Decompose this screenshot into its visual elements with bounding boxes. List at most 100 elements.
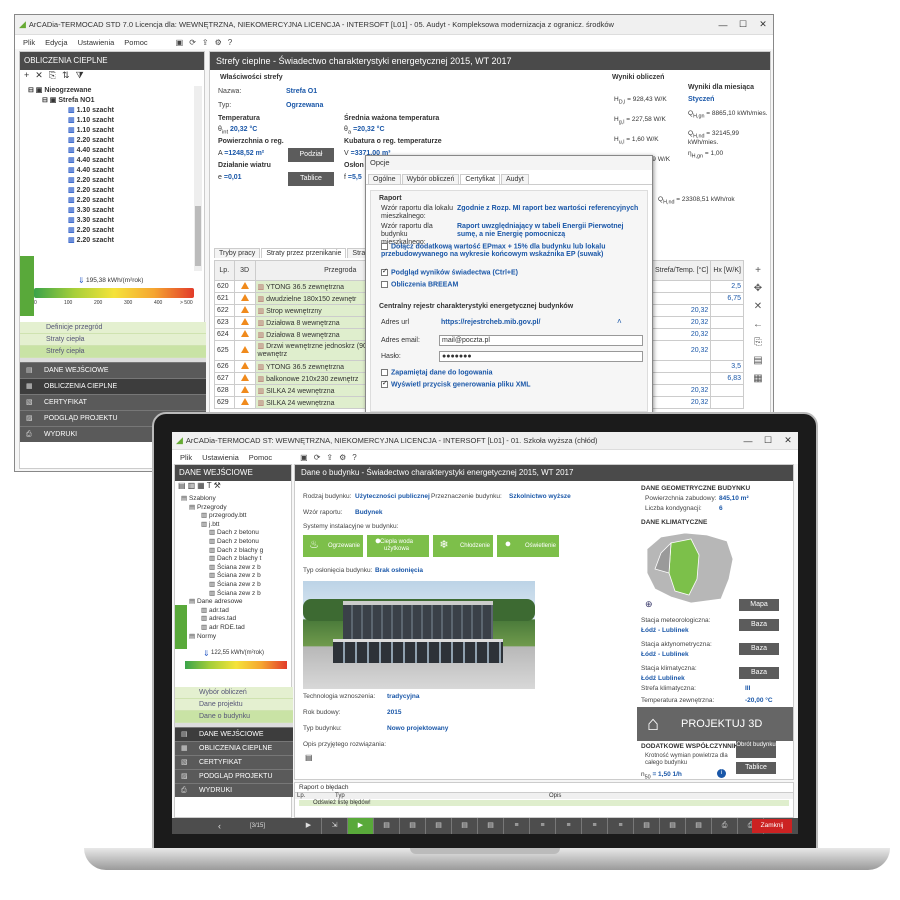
nav-podglad-projektu[interactable]: ▨ PODGLĄD PROJEKTU <box>175 769 293 783</box>
tree-item[interactable]: ▥ Dach z blachy t <box>181 555 285 564</box>
toolbar-tool-icon[interactable]: ▶ <box>296 818 322 834</box>
nazwa-value[interactable]: Strefa O1 <box>286 88 317 95</box>
toolbar-tool-icon[interactable]: ▤ <box>478 818 504 834</box>
dtab-audyt[interactable]: Audyt <box>500 174 529 184</box>
obrot-button[interactable]: Obrót budynku <box>736 740 776 758</box>
menu-dane-o-budynku[interactable]: Dane o budynku <box>175 711 293 723</box>
tree-item[interactable]: ▤ Dane adresowe <box>181 598 285 607</box>
tree-item[interactable]: ▥ adr RDE.tad <box>181 624 285 633</box>
minimize-button[interactable]: — <box>713 20 733 30</box>
sort-icon[interactable]: ⇅ <box>62 70 70 84</box>
chk-breeam-row[interactable]: Obliczenia BREEAM <box>381 281 458 288</box>
new-icon[interactable]: ▤ <box>178 481 188 490</box>
menu-definicje-przegrod[interactable]: Definicje przegród <box>20 322 206 334</box>
typ-value[interactable]: Ogrzewana <box>286 102 323 109</box>
tree-item[interactable]: ▥ adr.tad <box>181 607 285 616</box>
toolbar-tool-icon[interactable]: ▤ <box>686 818 712 834</box>
strefa-value[interactable]: III <box>745 685 750 692</box>
save-icon[interactable]: ▣ <box>176 38 184 47</box>
error-message[interactable]: Odśwież listę błędów! <box>299 800 789 806</box>
wzor-value[interactable]: Budynek <box>355 509 382 516</box>
nav-obliczenia-cieplne[interactable]: ▦ OBLICZENIA CIEPLNE <box>175 741 293 755</box>
exit-button[interactable]: Zamknij <box>752 819 792 833</box>
page-icon[interactable]: ▤ <box>748 352 768 370</box>
toolbar-tool-icon[interactable]: ▤ <box>660 818 686 834</box>
tree-item[interactable]: ▥ Dach z blachy g <box>181 547 285 556</box>
url-value[interactable]: https://rejestrcheb.mib.gov.pl/ <box>441 319 540 326</box>
tree-node[interactable]: ⊟ ▣ Nieogrzewane <box>28 86 188 96</box>
chk-xml[interactable] <box>381 379 388 388</box>
refresh-icon[interactable]: ⟳ <box>189 38 196 47</box>
menu-dane-projektu[interactable]: Dane projektu <box>175 699 293 711</box>
tree-item[interactable]: ▥ Dach z betonu <box>181 529 285 538</box>
toolbar-tool-icon[interactable]: ⎙ <box>712 818 738 834</box>
add-row-icon[interactable]: + <box>748 262 768 280</box>
month-value[interactable]: Styczeń <box>688 96 714 103</box>
chk-xml-row[interactable]: Wyświetl przycisk generowania pliku XML <box>381 379 531 388</box>
tree-item[interactable]: ▥ 4.40 szacht <box>68 156 188 166</box>
tree-item[interactable]: ▥ 2.20 szacht <box>68 236 188 246</box>
remove-row-icon[interactable]: ✕ <box>748 298 768 316</box>
nav-obliczenia-cieplne[interactable]: ▦ OBLICZENIA CIEPLNE <box>20 378 206 394</box>
menu-straty-ciepla[interactable]: Straty ciepła <box>20 334 206 346</box>
toolbar-tool-icon[interactable]: ≡ <box>608 818 634 834</box>
tree-item[interactable]: ▥ 3.30 szacht <box>68 206 188 216</box>
lok-value[interactable]: Zgodnie z Rozp. MI raport bez wartości r… <box>457 205 642 212</box>
chk-epmax[interactable] <box>381 243 388 250</box>
rok-value[interactable]: 2015 <box>387 709 401 716</box>
pz-value[interactable]: 845,10 m² <box>719 495 749 502</box>
add-icon[interactable]: + <box>24 70 29 84</box>
dtab-wybor[interactable]: Wybór obliczeń <box>401 174 460 184</box>
tree-item[interactable]: ▥ adres.tad <box>181 615 285 624</box>
baza-button-1[interactable]: Baza <box>739 619 779 631</box>
tree-item[interactable]: ▥ j.btt <box>181 521 285 530</box>
password-input[interactable]: ●●●●●●● <box>439 351 643 362</box>
system-oswietlenie[interactable]: ● Oświetlenie <box>497 535 559 557</box>
tree-item[interactable]: ▥ Ściana zew z b <box>181 581 285 590</box>
dtab-certyfikat[interactable]: Certyfikat <box>460 174 500 184</box>
tools-icon[interactable]: ⚒ <box>214 481 223 490</box>
tree-item[interactable]: ▥ Dach z betonu <box>181 538 285 547</box>
rodzaj-value[interactable]: Użyteczności publicznej <box>355 493 430 500</box>
menu-edycja[interactable]: Edycja <box>45 38 68 47</box>
chk-podglad-row[interactable]: Podgląd wyników świadectwa (Ctrl+E) <box>381 267 518 276</box>
tree-item[interactable]: ▥ Ściana zew z b <box>181 590 285 599</box>
st-kl-value[interactable]: Łódź Lublinek <box>641 675 685 682</box>
toolbar-tool-icon[interactable]: ▤ <box>374 818 400 834</box>
arrow-left-icon[interactable]: ← <box>748 316 768 334</box>
tree-item[interactable]: ▥ 2.20 szacht <box>68 196 188 206</box>
menu-strefy-ciepla[interactable]: Strefy ciepła <box>20 346 206 358</box>
zoom-icon[interactable]: ⊕ <box>645 599 653 610</box>
mapa-button[interactable]: Mapa <box>739 599 779 611</box>
tree-scrollbar[interactable] <box>194 86 202 271</box>
dtab-ogolne[interactable]: Ogólne <box>368 174 401 184</box>
menu-plik[interactable]: Plik <box>180 453 192 462</box>
nav-wydruki[interactable]: ⎙ WYDRUKI <box>175 783 293 797</box>
nav-certyfikat[interactable]: ▧ CERTYFIKAT <box>20 394 206 410</box>
st-akt-value[interactable]: Łódź - Lublinek <box>641 651 689 658</box>
tablice-button[interactable]: Tablice <box>288 172 334 186</box>
tree-item[interactable]: ▥ 1.10 szacht <box>68 116 188 126</box>
chk-podglad[interactable] <box>381 267 388 276</box>
refresh-icon[interactable]: ⟳ <box>314 453 321 462</box>
tree-item[interactable]: ▤ Szablony <box>181 495 285 504</box>
toolbar-tool-icon[interactable]: ▤ <box>426 818 452 834</box>
tree-item[interactable]: ▥ 4.40 szacht <box>68 166 188 176</box>
menu-pomoc[interactable]: Pomoc <box>249 453 272 462</box>
settings-icon[interactable]: ⚙ <box>215 38 222 47</box>
help-icon[interactable]: ? <box>352 453 356 462</box>
przezn-value[interactable]: Szkolnictwo wyższe <box>509 493 571 500</box>
calculator-icon[interactable]: ▦ <box>748 370 768 388</box>
projektuj-3d-button[interactable]: ⌂ PROJEKTUJ 3D <box>637 707 793 741</box>
system-chlodzenie[interactable]: ❄ Chłodzenie <box>433 535 493 557</box>
copy-icon[interactable]: ⎘ <box>49 70 56 84</box>
prev-page-icon[interactable]: ‹ <box>218 818 221 834</box>
tree-item[interactable]: ▤ Normy <box>181 633 285 642</box>
tree-item[interactable]: ▥ 4.40 szacht <box>68 146 188 156</box>
toolbar-tool-icon[interactable]: ▤ <box>452 818 478 834</box>
typb-value[interactable]: Nowo projektowany <box>387 725 448 732</box>
close-button[interactable]: ✕ <box>753 19 773 30</box>
nav-dane-wejsciowe[interactable]: ▤ DANE WEJŚCIOWE <box>20 362 206 378</box>
save-icon[interactable]: ▣ <box>300 453 308 462</box>
copy-row-icon[interactable]: ⎘ <box>748 334 768 352</box>
